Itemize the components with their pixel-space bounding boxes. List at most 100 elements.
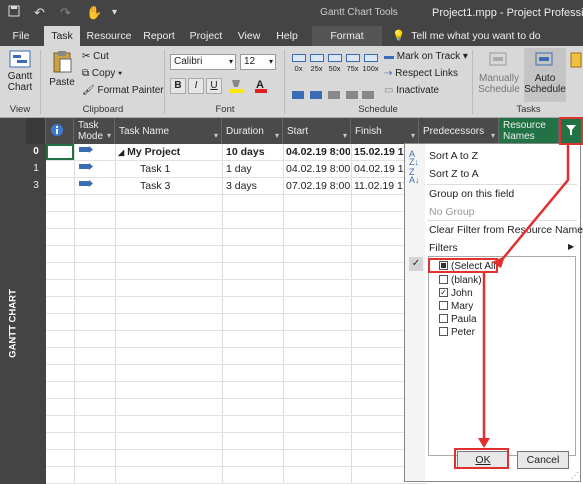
redo-icon[interactable]: ↷	[60, 5, 71, 21]
chevron-down-icon[interactable]: ▾	[275, 130, 279, 141]
duration-cell[interactable]: 3 days	[226, 178, 257, 194]
indicators-column-header[interactable]	[46, 118, 74, 144]
mark-on-track-button[interactable]: ▬ Mark on Track ▾	[384, 51, 468, 62]
checkbox[interactable]	[439, 326, 448, 336]
chevron-down-icon[interactable]: ▾	[491, 130, 495, 141]
view-bar[interactable]: GANTT CHART	[0, 118, 26, 484]
font-family-select[interactable]: Calibri ▾	[170, 54, 236, 70]
touch-mode-icon[interactable]: ✋	[86, 5, 102, 21]
filter-option-mary[interactable]: Mary	[439, 300, 473, 314]
schedule-indent-buttons[interactable]	[290, 88, 376, 105]
column-header-duration[interactable]: Duration ▾	[222, 118, 283, 144]
tab-project[interactable]: Project	[184, 26, 228, 46]
column-header-task-mode[interactable]: Task Mode ▾	[74, 118, 115, 144]
finish-cell[interactable]: 15.02.19 1	[354, 144, 404, 160]
filter-option-paula[interactable]: Paula	[439, 313, 477, 327]
copy-button[interactable]: ⧉ Copy ▾	[82, 68, 122, 79]
percent-complete-button[interactable]: 100x	[362, 52, 379, 80]
tab-task[interactable]: Task	[44, 26, 80, 46]
tell-me-text: Tell me what you want to do	[411, 30, 541, 42]
tell-me-box[interactable]: 💡 Tell me what you want to do	[392, 26, 541, 46]
task-name-cell[interactable]: Task 1	[140, 161, 170, 177]
tab-help[interactable]: Help	[270, 26, 304, 46]
resize-grip-icon[interactable]: ⋰	[571, 471, 579, 480]
task-mode-cell[interactable]	[78, 178, 94, 194]
tab-report[interactable]: Report	[138, 26, 180, 46]
tab-view[interactable]: View	[232, 26, 266, 46]
duration-cell[interactable]: 1 day	[226, 161, 252, 177]
auto-schedule-label: Auto Schedule	[524, 73, 566, 95]
column-header-predecessors[interactable]: Predecessors ▾	[419, 118, 499, 144]
finish-cell[interactable]: 11.02.19 17	[354, 178, 404, 194]
chevron-down-icon[interactable]: ▾	[343, 130, 347, 141]
collapse-icon[interactable]: ◢	[118, 148, 124, 157]
chevron-down-icon[interactable]: ▾	[411, 130, 415, 141]
task-name-cell[interactable]: ◢ My Project	[118, 144, 180, 160]
tab-format[interactable]: Format	[312, 26, 382, 46]
sort-a-to-z[interactable]: Sort A to Z	[429, 150, 478, 162]
gantt-chart-button[interactable]: Gantt Chart	[4, 50, 36, 93]
checkbox[interactable]	[439, 274, 448, 284]
customize-toolbar-icon[interactable]: ▾	[112, 7, 117, 18]
finish-cell[interactable]: 04.02.19 17	[354, 161, 404, 177]
checkbox[interactable]	[439, 300, 448, 310]
bold-button[interactable]: B	[170, 78, 186, 94]
row-number[interactable]: 3	[26, 178, 46, 194]
percent-complete-button[interactable]: 25x	[308, 52, 325, 80]
row-number[interactable]: 0	[26, 144, 46, 160]
active-cell[interactable]	[46, 144, 74, 160]
filters-submenu[interactable]: Filters	[429, 242, 458, 254]
font-color-button[interactable]: A	[253, 78, 275, 97]
inspect-icon[interactable]	[570, 52, 582, 71]
undo-icon[interactable]: ↶	[34, 5, 45, 21]
percent-complete-button[interactable]: 0x	[290, 52, 307, 80]
paste-button[interactable]: Paste	[46, 50, 78, 88]
row-line	[46, 194, 426, 195]
start-cell[interactable]: 04.02.19 8:00	[286, 144, 350, 160]
filter-option-john[interactable]: ✓ John	[439, 287, 473, 301]
column-header-label: Resource Names	[503, 120, 546, 142]
group-on-field[interactable]: Group on this field	[429, 188, 514, 200]
font-color-icon: A	[255, 79, 267, 93]
start-cell[interactable]: 04.02.19 8:00	[286, 161, 350, 177]
duration-cell[interactable]: 10 days	[226, 144, 265, 160]
column-header-finish[interactable]: Finish ▾	[351, 118, 419, 144]
manually-schedule-button[interactable]: Manually Schedule	[476, 50, 522, 95]
chevron-down-icon[interactable]: ▾	[214, 130, 218, 141]
chevron-down-icon[interactable]: ▾	[107, 130, 111, 141]
clear-filter[interactable]: Clear Filter from Resource Names	[429, 224, 583, 236]
checkbox[interactable]: ✓	[439, 287, 448, 297]
column-header-start[interactable]: Start ▾	[283, 118, 351, 144]
filter-option-blank[interactable]: (blank)	[439, 274, 482, 288]
start-cell[interactable]: 07.02.19 8:00	[286, 178, 350, 194]
task-name-cell[interactable]: Task 3	[140, 178, 170, 194]
sort-z-to-a[interactable]: Sort Z to A	[429, 168, 479, 180]
select-all-corner[interactable]	[26, 118, 46, 144]
cancel-button[interactable]: Cancel	[517, 451, 569, 469]
highlight-color-button[interactable]	[228, 78, 250, 97]
annotation-highlight-select-all	[428, 258, 498, 273]
task-mode-cell[interactable]	[78, 161, 94, 177]
column-header-task-name[interactable]: Task Name ▾	[115, 118, 222, 144]
task-mode-cell[interactable]	[78, 144, 94, 160]
tab-resource[interactable]: Resource	[84, 26, 134, 46]
cut-button[interactable]: ✂ Cut	[82, 51, 109, 62]
underline-button[interactable]: U	[206, 78, 222, 94]
italic-button[interactable]: I	[188, 78, 204, 94]
column-header-resource-names[interactable]: Resource Names	[499, 118, 559, 144]
auto-schedule-button[interactable]: Auto Schedule	[524, 48, 566, 102]
filter-option-peter[interactable]: Peter	[439, 326, 475, 340]
annotation-highlight-ok	[454, 448, 509, 469]
inactivate-button[interactable]: ▭ Inactivate	[384, 85, 439, 96]
percent-complete-button[interactable]: 75x	[344, 52, 361, 80]
tab-file[interactable]: File	[4, 26, 38, 46]
font-size-select[interactable]: 12 ▾	[240, 54, 276, 70]
checkbox[interactable]	[439, 313, 448, 323]
respect-links-button[interactable]: ⇢ Respect Links	[384, 68, 458, 79]
percent-complete-button[interactable]: 50x	[326, 52, 343, 80]
filter-option-label: Peter	[451, 327, 475, 338]
format-painter-button[interactable]: 🖌 Format Painter	[82, 85, 164, 96]
document-title: Project1.mpp - Project Professional	[432, 7, 583, 19]
save-icon[interactable]	[8, 5, 20, 20]
row-number[interactable]: 1	[26, 161, 46, 177]
